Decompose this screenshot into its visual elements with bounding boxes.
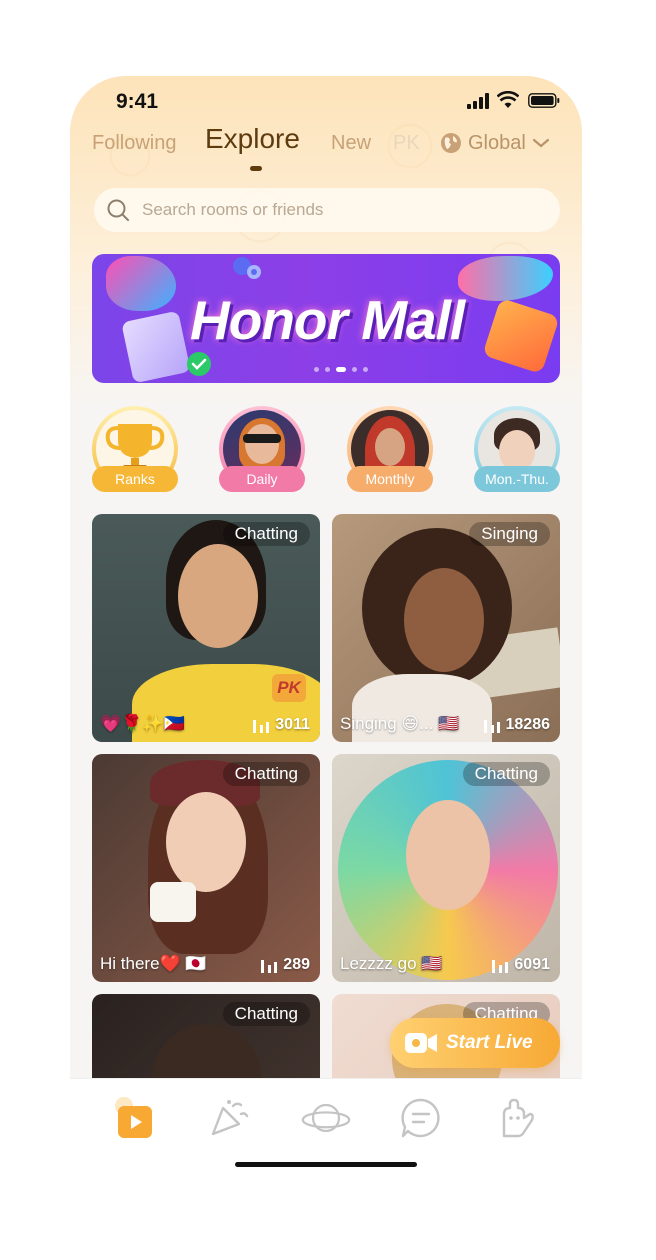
- status-bar: 9:41: [70, 76, 582, 126]
- viewers-bars-icon: [253, 720, 270, 733]
- room-caption: 💗🌹✨🇵🇭: [100, 714, 185, 733]
- room-tag: Singing: [469, 522, 550, 546]
- rank-category-monthly[interactable]: Monthly: [347, 406, 435, 492]
- viewer-count: 3011: [252, 716, 310, 734]
- room-card[interactable]: Chatting Hi there❤️ 🇯🇵 289: [92, 754, 320, 982]
- rank-category-label: Mon.-Thu.: [474, 466, 560, 492]
- avatar-face: [375, 428, 405, 466]
- top-tabs: Following Explore New PK Global: [70, 122, 582, 172]
- gear-icon: [233, 257, 261, 279]
- banner-book-decoration: [121, 310, 191, 383]
- viewer-count-value: 18286: [505, 716, 551, 733]
- viewer-count: 6091: [491, 956, 550, 974]
- active-tab-indicator: [250, 166, 262, 171]
- room-caption: Lezzzz go 🇺🇸: [340, 954, 443, 973]
- checkmark-icon: [187, 352, 211, 376]
- viewers-bars-icon: [492, 960, 509, 973]
- room-card[interactable]: Singing Singing 😄... 🇺🇸 18286: [332, 514, 560, 742]
- nav-messages[interactable]: [396, 1093, 446, 1143]
- tab-explore[interactable]: Explore: [205, 123, 300, 155]
- viewer-count-value: 3011: [275, 716, 310, 733]
- room-caption: Singing 😄... 🇺🇸: [340, 714, 460, 733]
- bottom-nav: [70, 1078, 582, 1188]
- room-thumbnail-face: [178, 544, 258, 648]
- pk-badge: PK: [272, 674, 306, 702]
- banner-blob-decoration: [106, 256, 176, 311]
- start-live-button[interactable]: Start Live: [390, 1018, 560, 1068]
- viewer-count: 18286: [483, 716, 551, 734]
- room-tag: Chatting: [222, 1002, 310, 1026]
- home-indicator: [235, 1162, 417, 1167]
- battery-icon: [528, 93, 560, 108]
- rank-categories: Ranks Daily Monthly Mon.-Thu.: [92, 406, 562, 496]
- video-camera-icon: [405, 1033, 437, 1053]
- viewers-bars-icon: [261, 960, 278, 973]
- sunglasses: [243, 434, 281, 443]
- pagination-dot[interactable]: [363, 367, 368, 372]
- banner-blob-decoration: [458, 256, 553, 301]
- room-tag: Chatting: [222, 522, 310, 546]
- room-thumbnail-face: [406, 800, 490, 910]
- region-selector[interactable]: Global: [440, 128, 550, 158]
- viewers-bars-icon: [483, 720, 500, 733]
- room-tag: Chatting: [462, 762, 550, 786]
- room-caption: Hi there❤️ 🇯🇵: [100, 954, 207, 973]
- rank-category-label: Monthly: [347, 466, 433, 492]
- profile-hand-icon: [502, 1098, 534, 1138]
- chat-bubble-icon: [401, 1098, 440, 1138]
- chevron-down-icon: [532, 138, 549, 148]
- room-card[interactable]: PK Chatting 💗🌹✨🇵🇭 3011: [92, 514, 320, 742]
- room-card[interactable]: Chatting Lezzzz go 🇺🇸 6091: [332, 754, 560, 982]
- promo-banner[interactable]: Honor Mall: [92, 254, 560, 383]
- room-thumbnail-cup: [150, 882, 196, 922]
- viewer-count: 289: [260, 956, 310, 974]
- nav-party[interactable]: [204, 1093, 254, 1143]
- rank-category-label: Daily: [219, 466, 305, 492]
- tab-new[interactable]: New: [331, 132, 371, 155]
- start-live-label: Start Live: [446, 1032, 533, 1053]
- rank-category-label: Ranks: [92, 466, 178, 492]
- signal-icon: [467, 93, 489, 109]
- nav-live[interactable]: [109, 1093, 159, 1143]
- rank-category-ranks[interactable]: Ranks: [92, 406, 180, 492]
- room-thumbnail-face: [166, 792, 246, 892]
- viewer-count-value: 289: [283, 956, 310, 973]
- rank-category-mon-thu[interactable]: Mon.-Thu.: [474, 406, 562, 492]
- pagination-dot[interactable]: [325, 367, 330, 372]
- pagination-dot-active[interactable]: [336, 367, 346, 372]
- search-input[interactable]: Search rooms or friends: [94, 188, 560, 232]
- phone-screen: 9:41 Following Explore New PK Global Sea…: [70, 76, 582, 1188]
- banner-title: Honor Mall: [190, 289, 465, 351]
- search-placeholder: Search rooms or friends: [142, 200, 324, 219]
- search-icon: [107, 199, 129, 221]
- rank-category-daily[interactable]: Daily: [219, 406, 307, 492]
- party-popper-icon: [211, 1100, 249, 1136]
- live-video-icon: [115, 1097, 152, 1138]
- room-tag: Chatting: [222, 762, 310, 786]
- banner-pagination: [314, 367, 368, 372]
- region-label: Global: [468, 131, 526, 154]
- gift-box-icon: [482, 297, 560, 375]
- avatar-face: [245, 424, 279, 464]
- tab-following[interactable]: Following: [92, 132, 176, 155]
- nav-profile[interactable]: [491, 1093, 541, 1143]
- viewer-count-value: 6091: [514, 956, 550, 973]
- pagination-dot[interactable]: [314, 367, 319, 372]
- room-thumbnail-face: [404, 568, 484, 672]
- status-time: 9:41: [116, 90, 159, 113]
- pagination-dot[interactable]: [352, 367, 357, 372]
- nav-discover[interactable]: [301, 1093, 351, 1143]
- globe-icon: [441, 133, 461, 153]
- wifi-icon: [497, 91, 519, 108]
- planet-icon: [301, 1103, 351, 1133]
- tab-pk[interactable]: PK: [393, 132, 420, 155]
